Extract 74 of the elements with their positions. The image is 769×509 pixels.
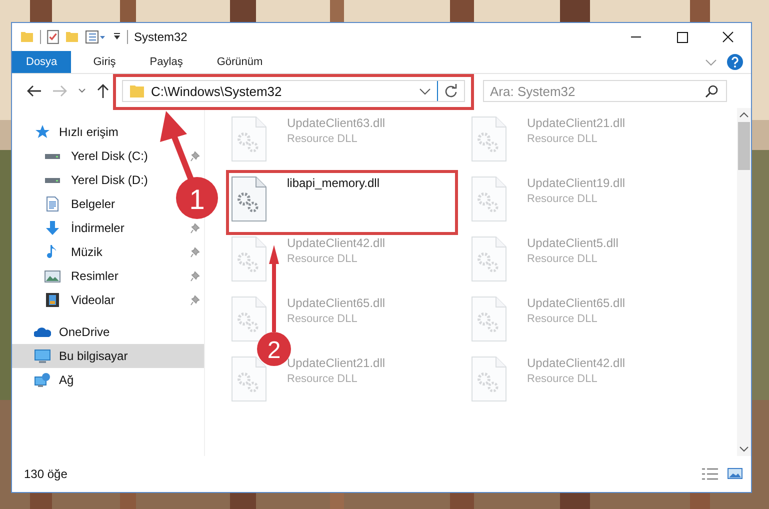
file-name: UpdateClient19.dll	[527, 176, 626, 190]
file-type: Resource DLL	[527, 193, 598, 205]
drive-icon	[44, 176, 61, 184]
file-name: UpdateClient21.dll	[527, 116, 626, 130]
sidebar-item[interactable]: Yerel Disk (C:)	[12, 144, 154, 168]
file-name: UpdateClient65.dll	[527, 296, 626, 310]
pin-icon[interactable]	[190, 271, 200, 282]
step-badge: 1	[176, 177, 218, 219]
file-type: Resource DLL	[527, 373, 598, 385]
drive-icon	[44, 152, 61, 160]
folder-icon	[129, 84, 145, 98]
ribbon-tab[interactable]: Giriş	[81, 51, 128, 73]
dropdown-icon[interactable]	[113, 33, 121, 41]
film-icon	[44, 292, 61, 308]
sidebar-item[interactable]: Belgeler	[12, 192, 122, 216]
scroll-up-icon[interactable]	[739, 112, 749, 118]
file-type: Resource DLL	[287, 133, 358, 145]
window-title: System32	[134, 30, 188, 44]
view-options-icon[interactable]	[85, 30, 107, 44]
ribbon-tab[interactable]: Paylaş	[138, 51, 195, 73]
item-count: 130 öğe	[24, 467, 68, 481]
search-field[interactable]: Ara: System32	[483, 80, 727, 102]
sidebar-item[interactable]: Videolar	[12, 288, 121, 312]
file-name: UpdateClient65.dll	[287, 296, 386, 310]
sidebar-item[interactable]: Müzik	[12, 240, 108, 264]
file-name: UpdateClient63.dll	[287, 116, 386, 130]
forward-icon[interactable]	[52, 84, 68, 98]
help-icon[interactable]	[727, 54, 743, 70]
file-type: Resource DLL	[527, 313, 598, 325]
large-icons-view-icon[interactable]	[727, 468, 743, 479]
scroll-down-icon[interactable]	[739, 446, 749, 452]
network-icon	[34, 372, 51, 388]
sidebar-item[interactable]: OneDrive	[12, 320, 116, 344]
file-name: libapi_memory.dll	[287, 176, 380, 190]
monitor-icon	[34, 348, 51, 364]
sidebar-item[interactable]: Ağ	[12, 368, 80, 392]
address-bar[interactable]: C:\Windows\System32	[122, 80, 465, 102]
folder-icon[interactable]	[20, 31, 34, 43]
recent-icon[interactable]	[78, 88, 86, 94]
sidebar-item[interactable]: Yerel Disk (D:)	[12, 168, 154, 192]
gear-file-icon[interactable]	[231, 176, 267, 222]
pin-icon[interactable]	[190, 223, 200, 234]
download-icon	[44, 220, 61, 236]
properties-icon[interactable]	[47, 30, 59, 44]
chevron-down-icon[interactable]	[419, 88, 431, 94]
back-icon[interactable]	[26, 84, 42, 98]
folder-icon[interactable]	[65, 31, 79, 43]
pin-icon[interactable]	[190, 295, 200, 306]
details-view-icon[interactable]	[701, 468, 719, 480]
file-type: Resource DLL	[287, 373, 358, 385]
file-type: Resource DLL	[527, 253, 598, 265]
search-icon	[705, 84, 719, 98]
sidebar-item[interactable]: Hızlı erişim	[12, 120, 124, 144]
file-type: Resource DLL	[527, 133, 598, 145]
up-icon[interactable]	[96, 83, 110, 99]
file-type: Resource DLL	[287, 253, 358, 265]
file-name: UpdateClient5.dll	[527, 236, 618, 250]
pin-icon[interactable]	[190, 151, 200, 162]
file-type: Resource DLL	[287, 313, 358, 325]
sidebar-item[interactable]: İndirmeler	[12, 216, 130, 240]
star-icon	[34, 124, 51, 140]
sidebar-item[interactable]: Bu bilgisayar	[12, 344, 204, 368]
ribbon-tab[interactable]: Dosya	[12, 51, 72, 73]
file-name: UpdateClient42.dll	[287, 236, 386, 250]
address-path: C:\Windows\System32	[151, 84, 283, 98]
sidebar-item[interactable]: Resimler	[12, 264, 124, 288]
scroll-thumb[interactable]	[738, 122, 750, 170]
refresh-icon[interactable]	[444, 84, 458, 98]
document-icon	[44, 196, 61, 212]
file-name: UpdateClient42.dll	[527, 356, 626, 370]
ribbon-tab[interactable]: Görünüm	[204, 51, 275, 73]
scrollbar[interactable]	[737, 108, 751, 456]
pin-icon[interactable]	[190, 247, 200, 258]
image-icon	[44, 268, 61, 284]
